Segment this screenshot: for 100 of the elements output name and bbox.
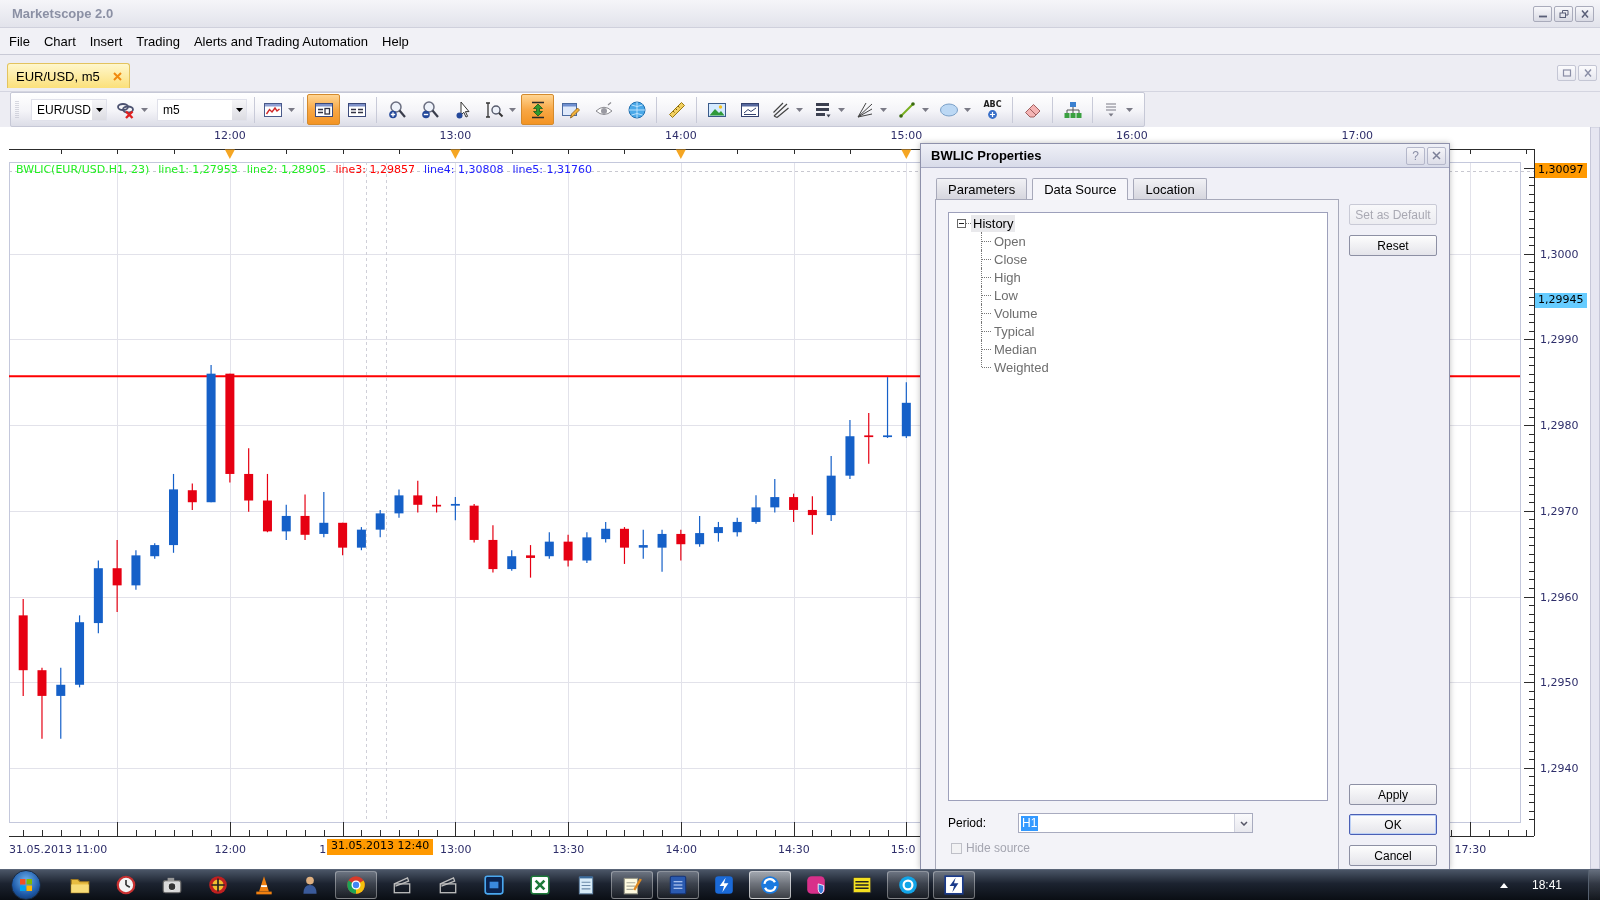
toolbar-button[interactable] — [521, 94, 554, 125]
time-label: 13:00 — [439, 129, 472, 142]
time-label: 16:00 — [1115, 129, 1148, 142]
price-tag: 1,29945 — [1535, 293, 1587, 309]
lightning-square-icon — [943, 874, 965, 896]
taskbar-button[interactable] — [657, 871, 699, 899]
toolbar-button[interactable]: ABC — [976, 94, 1009, 125]
restore-icon — [1558, 9, 1569, 18]
time-label: 14:00 — [665, 129, 697, 142]
price-tag: 1,30097 — [1535, 163, 1587, 179]
emblem-icon — [207, 874, 229, 896]
price-label: 1,2960 — [1540, 590, 1579, 604]
time-label: 17:30 — [1454, 843, 1487, 856]
document-tab[interactable]: EUR/USD, m5 — [7, 63, 130, 88]
chevron-down-icon — [1239, 820, 1248, 826]
time-label: 13:00 — [439, 843, 472, 856]
taskbar-button[interactable] — [887, 871, 929, 899]
minimize-button[interactable] — [1533, 5, 1552, 22]
checkbox-label: Hide source — [966, 841, 1031, 855]
time-label: 31.05.2013 11:00 — [9, 843, 108, 856]
flag-icon — [19, 878, 33, 892]
indicator-value: line3: 1,29857 — [335, 163, 415, 176]
caret-icon — [288, 107, 295, 112]
indicator-value: line1: 1,27953 — [158, 163, 238, 176]
time-label: 14:30 — [778, 843, 810, 856]
toolbar-button[interactable] — [307, 94, 340, 125]
dialog-button[interactable]: OK — [1349, 814, 1437, 835]
caret-icon — [922, 107, 929, 112]
price-label: 1,2940 — [1540, 761, 1579, 775]
close-icon — [1432, 151, 1441, 160]
menu-item[interactable]: File — [2, 31, 37, 51]
dialog-tab[interactable]: Location — [1133, 178, 1207, 199]
dialog-tab[interactable]: Data Source — [1032, 178, 1129, 200]
hierarchy-icon — [1062, 99, 1083, 120]
indicator-name: BWLIC(EUR/USD.H1, 23) — [16, 163, 150, 176]
time-label: 15:0 — [890, 843, 916, 856]
price-label: 1,2980 — [1540, 419, 1579, 433]
start-button[interactable] — [11, 870, 41, 900]
close-icon — [1579, 9, 1590, 18]
cross-tile-icon — [529, 874, 551, 896]
dropdown-button[interactable] — [92, 99, 106, 120]
collapse-icon[interactable] — [957, 218, 966, 228]
close-icon — [1582, 69, 1593, 77]
circular-arrows-icon — [759, 874, 781, 896]
indicator-value: line5: 1,31760 — [512, 163, 592, 176]
maximize-icon — [1561, 69, 1572, 77]
triangle-marker-icon — [901, 149, 912, 159]
time-label: 14:00 — [665, 843, 698, 856]
period-label: Period: — [948, 816, 988, 830]
document-tile-icon — [667, 874, 689, 896]
tree-item[interactable]: History — [971, 214, 1016, 232]
maximize-button[interactable] — [1557, 65, 1576, 81]
square-tile-icon — [483, 874, 505, 896]
plus-icon — [987, 108, 998, 120]
symbol-dropdown[interactable]: EUR/USD — [31, 98, 107, 121]
price-label: 1,2950 — [1540, 676, 1579, 690]
clapperboard-icon — [391, 874, 413, 896]
triangle-marker-icon — [675, 149, 686, 159]
shield-tile-icon — [805, 874, 827, 896]
dialog-button[interactable]: Reset — [1349, 235, 1437, 256]
taskbar-button[interactable] — [611, 871, 653, 899]
caret-icon — [796, 107, 803, 112]
menu-item[interactable]: Insert — [82, 31, 130, 51]
cursor-time-tag: 31.05.2013 12:40 — [327, 839, 434, 855]
dropdown-button[interactable] — [232, 99, 246, 120]
restore-button[interactable] — [1554, 5, 1573, 22]
zoom-out-icon — [419, 99, 440, 120]
lightning-tile-icon — [713, 874, 735, 896]
time-label: 13:30 — [552, 843, 585, 856]
caret-icon — [235, 107, 243, 112]
menu-item[interactable]: Trading — [129, 31, 187, 51]
clock: 18:41 — [1531, 878, 1562, 892]
segmented-circle-icon — [345, 874, 367, 896]
dialog-button[interactable]: Cancel — [1349, 845, 1437, 866]
close-button[interactable] — [1427, 146, 1446, 165]
dialog-button[interactable]: Apply — [1349, 784, 1437, 805]
dialog-tab[interactable]: Parameters — [936, 178, 1028, 199]
taskbar-button[interactable] — [335, 871, 377, 899]
caret-icon — [509, 107, 516, 112]
striped-tile-icon — [851, 874, 873, 896]
menu-item[interactable]: Chart — [36, 31, 83, 51]
timeframe-dropdown[interactable]: m5 — [157, 98, 247, 121]
menu-item[interactable]: Alerts and Trading Automation — [186, 31, 376, 51]
price-label: 1,3000 — [1540, 247, 1579, 261]
caret-icon — [1126, 107, 1133, 112]
clapperboard-icon — [437, 874, 459, 896]
caret-icon — [964, 107, 971, 112]
triangle-marker-icon — [224, 149, 235, 159]
zoom-in-icon — [386, 99, 407, 120]
price-label: 1,2970 — [1540, 504, 1579, 518]
menu-item[interactable]: Help — [375, 31, 416, 51]
taskbar-button[interactable] — [933, 871, 975, 899]
taskbar-button[interactable] — [749, 871, 791, 899]
close-button[interactable] — [1578, 65, 1597, 81]
show-desktop-button[interactable] — [1588, 870, 1600, 900]
ring-icon — [897, 874, 919, 896]
close-button[interactable] — [1575, 5, 1594, 22]
globe-icon — [626, 99, 647, 120]
time-label: 15:00 — [890, 129, 923, 142]
dialog-title: BWLIC Properties — [931, 148, 1042, 163]
